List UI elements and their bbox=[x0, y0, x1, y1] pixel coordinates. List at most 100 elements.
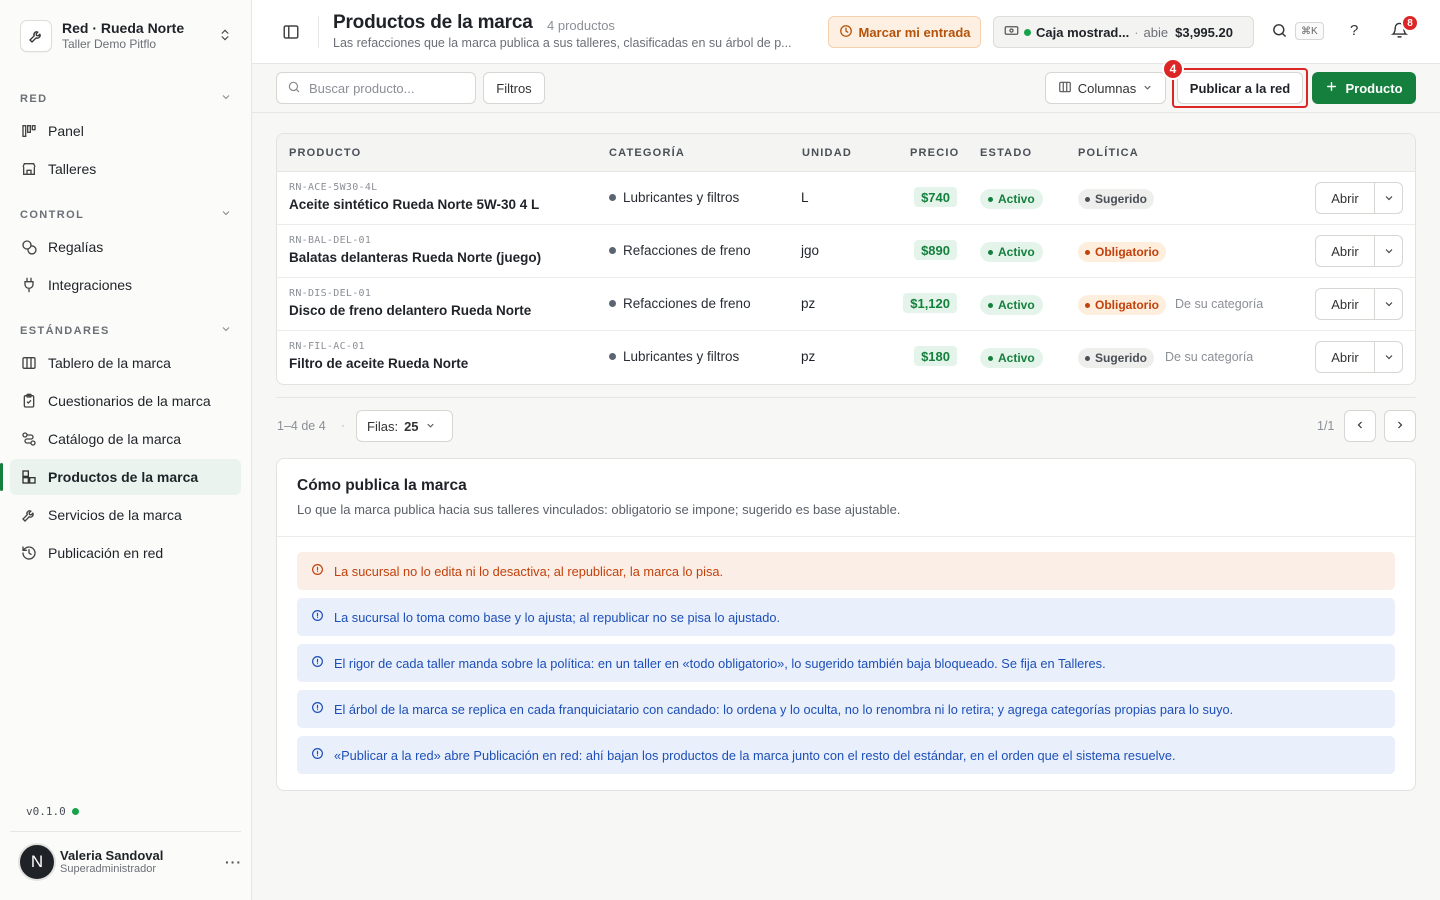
kanban-icon bbox=[20, 122, 38, 140]
column-header[interactable]: UNIDAD bbox=[802, 147, 852, 159]
sidebar-item-publicacion[interactable]: Publicación en red bbox=[10, 535, 241, 571]
table-row[interactable]: RN-BAL-DEL-01 Balatas delanteras Rueda N… bbox=[277, 225, 1415, 278]
sidebar-item-label: Integraciones bbox=[48, 277, 133, 293]
product-category: Refacciones de freno bbox=[609, 296, 751, 311]
notice-warning: La sucursal no lo edita ni lo desactiva;… bbox=[297, 552, 1395, 590]
open-button[interactable]: Abrir bbox=[1315, 182, 1375, 214]
policy-badge: Obligatorio bbox=[1078, 242, 1166, 262]
page-indicator: 1/1 bbox=[1317, 419, 1335, 433]
table-row[interactable]: RN-DIS-DEL-01 Disco de freno delantero R… bbox=[277, 278, 1415, 331]
column-header[interactable]: ESTADO bbox=[980, 147, 1032, 159]
section-label: RED bbox=[20, 92, 48, 105]
sidebar-item-label: Panel bbox=[48, 123, 84, 139]
sidebar-toggle-icon[interactable] bbox=[280, 22, 302, 42]
info-title: Cómo publica la marca bbox=[297, 477, 467, 494]
boxes-icon bbox=[20, 468, 38, 486]
more-horizontal-icon[interactable]: ··· bbox=[225, 854, 242, 870]
sidebar-item-productos[interactable]: Productos de la marca bbox=[0, 459, 241, 495]
section-control[interactable]: CONTROL bbox=[20, 207, 232, 222]
sidebar-item-catalogo[interactable]: Catálogo de la marca bbox=[10, 421, 241, 457]
category-dot bbox=[609, 247, 616, 254]
divider bbox=[318, 16, 319, 48]
sidebar-item-label: Regalías bbox=[48, 239, 104, 255]
cash-register-selector[interactable]: Caja mostrad... · abie $3,995.20 bbox=[993, 16, 1254, 48]
chevron-left-icon bbox=[1354, 418, 1366, 434]
avatar: N bbox=[18, 843, 56, 881]
sidebar-item-talleres[interactable]: Talleres bbox=[10, 151, 241, 187]
plus-icon bbox=[1325, 80, 1338, 96]
separator: · bbox=[341, 418, 345, 432]
sidebar-item-panel[interactable]: Panel bbox=[10, 113, 241, 149]
sidebar-item-label: Productos de la marca bbox=[48, 469, 199, 485]
toolbar: Filtros Columnas Publicar a la red 4 Pro… bbox=[252, 58, 1440, 113]
table-row[interactable]: RN-FIL-AC-01 Filtro de aceite Rueda Nort… bbox=[277, 331, 1415, 384]
open-button[interactable]: Abrir bbox=[1315, 235, 1375, 267]
column-header[interactable]: PRECIO bbox=[910, 147, 959, 159]
add-product-button[interactable]: Producto bbox=[1312, 72, 1416, 104]
help-button[interactable]: ? bbox=[1350, 22, 1358, 39]
row-actions: Abrir bbox=[1315, 235, 1403, 267]
product-name: Disco de freno delantero Rueda Norte bbox=[289, 303, 532, 318]
chevron-down-icon[interactable] bbox=[1375, 235, 1403, 267]
sidebar-item-cuestionarios[interactable]: Cuestionarios de la marca bbox=[10, 383, 241, 419]
section-estandares[interactable]: ESTÁNDARES bbox=[20, 323, 232, 338]
sidebar-item-integraciones[interactable]: Integraciones bbox=[10, 267, 241, 303]
column-header[interactable]: POLÍTICA bbox=[1078, 147, 1139, 159]
columns-button[interactable]: Columnas bbox=[1045, 72, 1166, 104]
info-header: Cómo publica la marca Lo que la marca pu… bbox=[277, 459, 1415, 537]
product-category: Refacciones de freno bbox=[609, 243, 751, 258]
status-dot bbox=[71, 808, 79, 815]
status-dot bbox=[988, 302, 993, 308]
clipboard-icon bbox=[20, 392, 38, 410]
topbar: Productos de la marca 4 productos Las re… bbox=[252, 0, 1440, 64]
section-red[interactable]: RED bbox=[20, 91, 232, 106]
columns-icon bbox=[20, 354, 38, 372]
search-box[interactable] bbox=[276, 72, 476, 104]
product-count: 4 productos bbox=[547, 18, 615, 33]
chevron-down-icon[interactable] bbox=[1375, 288, 1403, 320]
register-status: abie bbox=[1143, 24, 1169, 40]
org-switcher[interactable]: Red · Rueda Norte Taller Demo Pitflo bbox=[10, 12, 242, 60]
sidebar-item-label: Cuestionarios de la marca bbox=[48, 393, 211, 409]
search-icon[interactable] bbox=[1271, 22, 1288, 42]
page-description: Las refacciones que la marca publica a s… bbox=[333, 36, 792, 50]
prev-page-button[interactable] bbox=[1344, 410, 1376, 442]
user-role: Superadministrador bbox=[60, 863, 156, 876]
open-button[interactable]: Abrir bbox=[1315, 341, 1375, 373]
info-circle-icon bbox=[311, 701, 324, 717]
product-unit: pz bbox=[801, 349, 816, 364]
rows-per-page-value: 25 bbox=[404, 418, 419, 434]
step-badge: 4 bbox=[1162, 58, 1184, 80]
notice-info: «Publicar a la red» abre Publicación en … bbox=[297, 736, 1395, 774]
chevron-down-icon[interactable] bbox=[1375, 341, 1403, 373]
sidebar-item-servicios[interactable]: Servicios de la marca bbox=[10, 497, 241, 533]
register-name: Caja mostrad... bbox=[1036, 24, 1130, 40]
column-header[interactable]: PRODUCTO bbox=[289, 147, 361, 159]
info-circle-icon bbox=[311, 655, 324, 671]
open-button[interactable]: Abrir bbox=[1315, 288, 1375, 320]
table-row[interactable]: RN-ACE-5W30-4L Aceite sintético Rueda No… bbox=[277, 172, 1415, 225]
status-badge: Activo bbox=[980, 189, 1043, 209]
filters-button[interactable]: Filtros bbox=[483, 72, 545, 104]
policy-source-note: De su categoría bbox=[1165, 350, 1254, 364]
product-sku: RN-BAL-DEL-01 bbox=[289, 235, 372, 246]
table-header: PRODUCTO CATEGORÍA UNIDAD PRECIO ESTADO … bbox=[277, 134, 1415, 172]
info-circle-icon bbox=[311, 609, 324, 625]
mark-entry-button[interactable]: Marcar mi entrada bbox=[828, 16, 981, 48]
column-header[interactable]: CATEGORÍA bbox=[609, 147, 685, 159]
user-menu[interactable]: N Valeria Sandoval Superadministrador ··… bbox=[18, 842, 242, 882]
sidebar-item-label: Publicación en red bbox=[48, 545, 164, 561]
history-icon bbox=[20, 544, 38, 562]
publish-to-network-button[interactable]: Publicar a la red bbox=[1177, 72, 1303, 104]
product-unit: jgo bbox=[801, 243, 820, 258]
publishing-info-card: Cómo publica la marca Lo que la marca pu… bbox=[276, 458, 1416, 791]
search-input[interactable] bbox=[309, 80, 459, 96]
next-page-button[interactable] bbox=[1384, 410, 1416, 442]
sidebar-item-tablero[interactable]: Tablero de la marca bbox=[10, 345, 241, 381]
chevrons-up-down-icon bbox=[218, 28, 232, 45]
sidebar-item-regalias[interactable]: Regalías bbox=[10, 229, 241, 265]
rows-per-page-select[interactable]: Filas: 25 bbox=[356, 410, 453, 442]
notice-info: El rigor de cada taller manda sobre la p… bbox=[297, 644, 1395, 682]
sidebar-item-label: Servicios de la marca bbox=[48, 507, 182, 523]
chevron-down-icon[interactable] bbox=[1375, 182, 1403, 214]
